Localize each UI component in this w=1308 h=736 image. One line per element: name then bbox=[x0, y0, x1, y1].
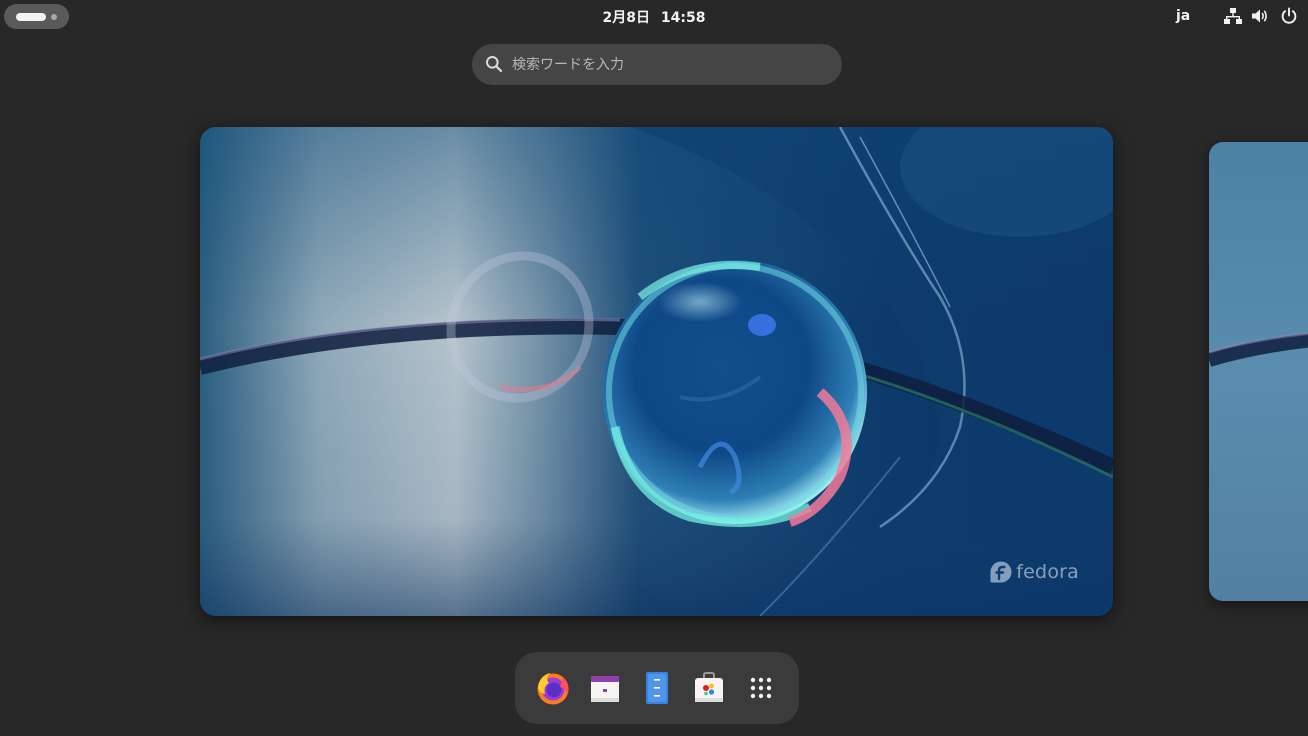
firefox-icon bbox=[537, 673, 569, 705]
network-wired-icon[interactable] bbox=[1224, 7, 1242, 25]
dash-item-calendar[interactable] bbox=[585, 668, 625, 708]
fedora-icon bbox=[990, 561, 1012, 583]
software-icon bbox=[695, 672, 723, 702]
dash-item-software[interactable] bbox=[689, 668, 729, 708]
input-source-indicator[interactable]: ja bbox=[1176, 8, 1190, 24]
wallpaper-image bbox=[1209, 142, 1308, 601]
power-icon[interactable] bbox=[1280, 7, 1298, 25]
search-entry[interactable] bbox=[472, 44, 842, 85]
volume-icon[interactable] bbox=[1251, 7, 1269, 25]
clock-date: 2月8日 bbox=[602, 10, 651, 26]
search-icon bbox=[486, 56, 503, 73]
calendar-icon bbox=[591, 676, 619, 702]
clock-button[interactable]: 2月8日 14:58 bbox=[0, 7, 1308, 27]
dash-item-firefox[interactable] bbox=[533, 668, 573, 708]
top-bar: 2月8日 14:58 ja bbox=[0, 0, 1308, 32]
workspace-thumbnail-next[interactable] bbox=[1209, 142, 1308, 601]
fedora-logo: fedora bbox=[990, 561, 1079, 583]
dash bbox=[515, 652, 799, 724]
workspace-thumbnail[interactable]: fedora bbox=[200, 127, 1113, 616]
app-grid-icon bbox=[750, 677, 772, 699]
dash-item-text-editor[interactable] bbox=[637, 668, 677, 708]
dash-item-show-applications[interactable] bbox=[741, 668, 781, 708]
wallpaper-image bbox=[200, 127, 1113, 616]
search-input[interactable] bbox=[512, 52, 822, 78]
clock-time: 14:58 bbox=[660, 10, 706, 26]
fedora-wordmark: fedora bbox=[1016, 561, 1079, 583]
text-editor-icon bbox=[646, 672, 668, 704]
